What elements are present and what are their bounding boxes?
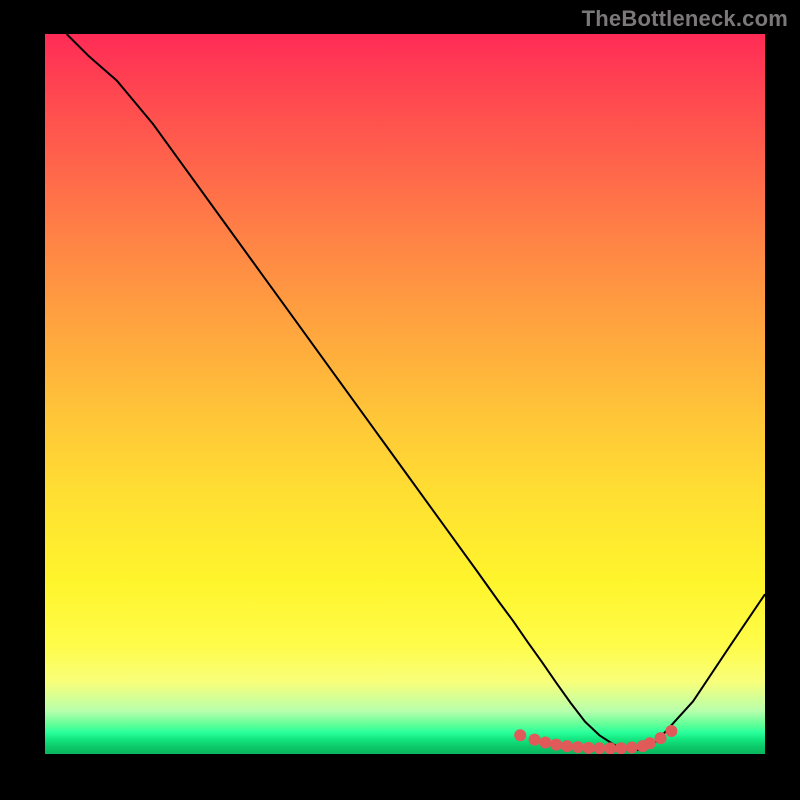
trough-markers: [514, 725, 677, 754]
trough-marker: [593, 742, 605, 754]
curve-path: [67, 34, 765, 750]
trough-marker: [550, 739, 562, 751]
trough-marker: [655, 732, 667, 744]
trough-marker: [644, 737, 656, 749]
trough-marker: [572, 741, 584, 753]
watermark-label: TheBottleneck.com: [582, 6, 788, 32]
trough-marker: [583, 742, 595, 754]
chart-container: TheBottleneck.com: [0, 0, 800, 800]
trough-marker: [529, 734, 541, 746]
trough-marker: [514, 729, 526, 741]
trough-marker: [615, 742, 627, 754]
trough-marker: [665, 725, 677, 737]
curve-layer: [45, 34, 765, 754]
main-curve: [67, 34, 765, 750]
trough-marker: [539, 736, 551, 748]
trough-marker: [604, 742, 616, 754]
trough-marker: [626, 742, 638, 754]
trough-marker: [561, 740, 573, 752]
plot-area: [45, 34, 765, 754]
